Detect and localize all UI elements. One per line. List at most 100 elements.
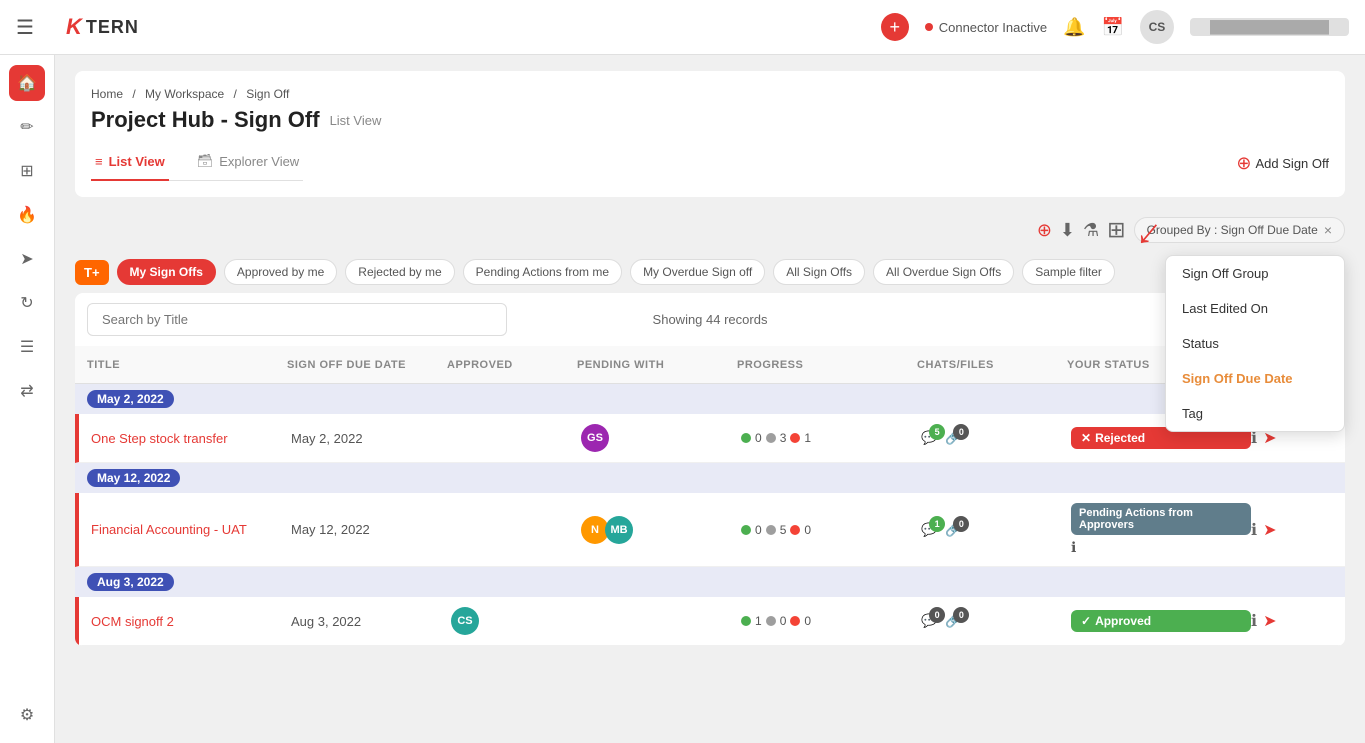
- connector-status: Connector Inactive: [925, 20, 1047, 35]
- sidebar: 🏠 ✏ ⊞ 🔥 ➤ ↻ ☰ ⇄ ⚙: [0, 55, 55, 743]
- filter-chip-my-sign-offs[interactable]: My Sign Offs: [117, 259, 216, 285]
- breadcrumb-home[interactable]: Home: [91, 87, 123, 101]
- dot-gray-icon3: [766, 616, 776, 626]
- page-title: Project Hub - Sign Off: [91, 107, 320, 133]
- dot-green-icon2: [741, 525, 751, 535]
- search-input[interactable]: [87, 303, 507, 336]
- logo-k-icon: K: [66, 14, 82, 40]
- avatar[interactable]: CS: [1140, 10, 1174, 44]
- filter-chip-all-sign-offs[interactable]: All Sign Offs: [773, 259, 865, 285]
- add-sign-off-button[interactable]: ⊕ Add Sign Off: [1236, 153, 1329, 174]
- sidebar-item-refresh[interactable]: ↻: [9, 285, 45, 321]
- col-approved: Approved: [447, 359, 577, 371]
- logo-text: TERN: [86, 17, 139, 38]
- filter-chip-rejected-by-me[interactable]: Rejected by me: [345, 259, 454, 285]
- grouped-chip[interactable]: Grouped By : Sign Off Due Date ×: [1134, 217, 1345, 243]
- sidebar-item-share[interactable]: ⇄: [9, 373, 45, 409]
- add-toolbar-button[interactable]: ⊕: [1037, 220, 1052, 241]
- dot-red-icon3: [790, 616, 800, 626]
- add-button[interactable]: +: [881, 13, 909, 41]
- approved-avatar-cs: CS: [451, 607, 479, 635]
- menu-icon[interactable]: ☰: [16, 15, 34, 40]
- download-button[interactable]: ⬇: [1060, 220, 1075, 241]
- topbar: ☰ K TERN + Connector Inactive 🔔 📅 CS ███…: [0, 0, 1365, 55]
- filter-chip-t[interactable]: T+: [75, 260, 109, 285]
- chat-count-1: 5: [929, 424, 945, 440]
- send-icon2[interactable]: ➤: [1263, 520, 1276, 540]
- status-approved: ✓ Approved: [1071, 610, 1251, 632]
- rejected-x-icon: ✕: [1081, 431, 1091, 445]
- row-actions-2: ℹ ➤: [1251, 520, 1311, 540]
- table-row: OCM signoff 2 Aug 3, 2022 CS 1 0 0: [75, 597, 1345, 646]
- add-sign-off-icon: ⊕: [1236, 153, 1251, 174]
- send-icon3[interactable]: ➤: [1263, 611, 1276, 631]
- tab-list-view[interactable]: ≡ List View: [91, 145, 169, 181]
- sidebar-item-edit[interactable]: ✏: [9, 109, 45, 145]
- group-badge-may12: May 12, 2022: [87, 469, 180, 487]
- dropdown-item-sign-off-group[interactable]: Sign Off Group: [1166, 256, 1344, 291]
- dot-red-icon2: [790, 525, 800, 535]
- filter-chip-all-overdue[interactable]: All Overdue Sign Offs: [873, 259, 1014, 285]
- file-count-1: 0: [953, 424, 969, 440]
- calendar-button[interactable]: 📅: [1102, 17, 1124, 38]
- row-approved-3: CS: [451, 607, 581, 635]
- sidebar-item-flame[interactable]: 🔥: [9, 197, 45, 233]
- filter-chip-pending-actions[interactable]: Pending Actions from me: [463, 259, 622, 285]
- info-icon3[interactable]: ℹ: [1251, 611, 1257, 631]
- sidebar-item-list[interactable]: ☰: [9, 329, 45, 365]
- sidebar-item-home[interactable]: 🏠: [9, 65, 45, 101]
- grouped-chip-label: Grouped By : Sign Off Due Date: [1147, 223, 1318, 237]
- filter-chip-my-overdue[interactable]: My Overdue Sign off: [630, 259, 765, 285]
- row-actions-3: ℹ ➤: [1251, 611, 1311, 631]
- breadcrumb-workspace[interactable]: My Workspace: [145, 87, 224, 101]
- row-date-3: Aug 3, 2022: [291, 614, 451, 629]
- add-sign-off-label: Add Sign Off: [1256, 156, 1329, 171]
- list-view-icon: ≡: [95, 154, 103, 169]
- dropdown-item-sign-off-due-date[interactable]: Sign Off Due Date: [1166, 361, 1344, 396]
- group-by-button[interactable]: ⊞: [1107, 217, 1125, 243]
- page-subtitle: List View: [330, 113, 382, 128]
- dropdown-item-tag[interactable]: Tag: [1166, 396, 1344, 431]
- dot-green-icon3: [741, 616, 751, 626]
- tab-list-view-label: List View: [109, 154, 165, 169]
- records-count: Showing 44 records: [507, 312, 913, 327]
- info-icon2[interactable]: ℹ: [1251, 520, 1257, 540]
- row-title-3[interactable]: OCM signoff 2: [91, 614, 291, 629]
- dot-green-icon: [741, 433, 751, 443]
- filter-row: T+ My Sign Offs Approved by me Rejected …: [75, 251, 1345, 293]
- sidebar-item-settings[interactable]: ⚙: [9, 697, 45, 733]
- breadcrumb: Home / My Workspace / Sign Off: [91, 87, 1329, 101]
- approved-check-icon: ✓: [1081, 614, 1091, 628]
- table-container: Showing 44 records Title Sign Off Due Da…: [75, 293, 1345, 646]
- filter-button[interactable]: ⚗: [1083, 220, 1099, 241]
- status-pending: Pending Actions from Approvers: [1071, 503, 1251, 535]
- group-badge-may2: May 2, 2022: [87, 390, 174, 408]
- row-title-2[interactable]: Financial Accounting - UAT: [91, 522, 291, 537]
- table-header: Title Sign Off Due Date Approved Pending…: [75, 346, 1345, 384]
- row-chats-2: 💬 1 🔗 0: [921, 522, 1071, 538]
- pending-avatar-gs: GS: [581, 424, 609, 452]
- pending-avatar-mb: MB: [605, 516, 633, 544]
- breadcrumb-current[interactable]: Sign Off: [246, 87, 289, 101]
- dropdown-item-last-edited[interactable]: Last Edited On: [1166, 291, 1344, 326]
- file-count-3: 0: [953, 607, 969, 623]
- dot-gray-icon: [766, 433, 776, 443]
- chat-badge-3: 💬 0: [921, 613, 937, 629]
- filter-chip-sample[interactable]: Sample filter: [1022, 259, 1115, 285]
- row-date-1: May 2, 2022: [291, 431, 451, 446]
- col-pending: Pending With: [577, 359, 737, 371]
- sidebar-item-send[interactable]: ➤: [9, 241, 45, 277]
- grouped-chip-close[interactable]: ×: [1324, 222, 1332, 238]
- chat-badge-1: 💬 5: [921, 430, 937, 446]
- dropdown-item-status[interactable]: Status: [1166, 326, 1344, 361]
- sidebar-item-grid[interactable]: ⊞: [9, 153, 45, 189]
- filter-chip-approved-by-me[interactable]: Approved by me: [224, 259, 337, 285]
- notification-button[interactable]: 🔔: [1063, 17, 1085, 38]
- header-card: Home / My Workspace / Sign Off Project H…: [75, 71, 1345, 197]
- tabs-row: ≡ List View 🗃 Explorer View ⊕ Add Sign O…: [91, 145, 1329, 181]
- search-row: Showing 44 records: [75, 293, 1345, 346]
- topbar-right: + Connector Inactive 🔔 📅 CS ████████████…: [881, 10, 1349, 44]
- row-progress-3: 1 0 0: [741, 614, 921, 628]
- tab-explorer-view[interactable]: 🗃 Explorer View: [193, 145, 303, 181]
- row-title-1[interactable]: One Step stock transfer: [91, 431, 291, 446]
